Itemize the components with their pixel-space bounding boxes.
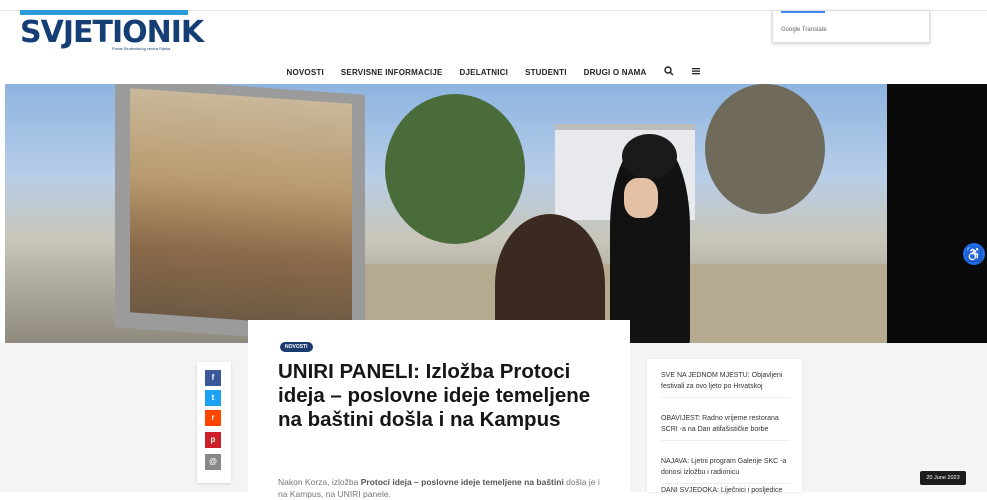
sidebar-news-item[interactable]: NAJAVA: Ljetni program Galerije SKC -a d… (661, 457, 789, 484)
nav-item-novosti[interactable]: NOVOSTI (286, 68, 323, 77)
exhibition-panel-image (130, 88, 352, 328)
google-translate-widget[interactable]: Google Translate (772, 10, 930, 43)
sidebar-news-item[interactable]: OBAVIJEST: Radno vrijeme restorana SCRI … (661, 414, 789, 441)
article-title[interactable]: UNIRI PANELI: Izložba Protoci ideja – po… (278, 360, 608, 432)
date-badge: 20 June 2023 (920, 471, 966, 485)
tree (705, 84, 825, 214)
sidebar-news: SVE NA JEDNOM MJESTU: Objavljeni festiva… (647, 359, 802, 494)
nav-item-djelatnici[interactable]: DJELATNICI (460, 68, 509, 77)
accessibility-icon[interactable]: ♿ (963, 243, 985, 265)
category-badge[interactable]: NOVOSTI (280, 342, 313, 352)
pinterest-icon[interactable]: p (205, 432, 221, 448)
face (624, 178, 658, 218)
reddit-icon[interactable]: r (205, 410, 221, 426)
excerpt-bold-text: Protoci ideja – poslovne ideje temeljene… (360, 477, 564, 487)
nav-item-studenti[interactable]: STUDENTI (525, 68, 567, 77)
site-logo[interactable]: SVJETIONIK (20, 14, 204, 50)
facebook-icon[interactable]: f (205, 370, 221, 386)
translate-label: Google Translate (781, 27, 827, 33)
beanie-hat (622, 134, 677, 179)
logo-tagline: Portal Studentskog centra Rijeka (112, 46, 171, 51)
share-bar: f t r p @ (197, 362, 231, 483)
hero-side-strip (887, 84, 987, 343)
menu-icon[interactable] (691, 66, 701, 79)
nav-item-servisne-informacije[interactable]: SERVISNE INFORMACIJE (341, 68, 443, 77)
search-icon[interactable] (663, 65, 674, 79)
excerpt-text: Nakon Korza, izložba (278, 477, 361, 487)
tree (385, 94, 525, 244)
main-navigation: NOVOSTI SERVISNE INFORMACIJE DJELATNICI … (0, 62, 987, 82)
twitter-icon[interactable]: t (205, 390, 221, 406)
hero-image (5, 84, 887, 343)
nav-item-drugi-o-nama[interactable]: DRUGI O NAMA (584, 68, 647, 77)
email-icon[interactable]: @ (205, 454, 221, 470)
translate-accent-bar (781, 11, 825, 13)
article-excerpt: Nakon Korza, izložba Protoci ideja – pos… (278, 476, 608, 500)
sidebar-news-item[interactable]: DANI SVJEDOKA: Liječnici i posljedice (661, 486, 789, 497)
visitor-person (610, 134, 690, 343)
logo-text: SVJETIONIK (20, 15, 204, 50)
sidebar-news-item[interactable]: SVE NA JEDNOM MJESTU: Objavljeni festiva… (661, 371, 789, 398)
